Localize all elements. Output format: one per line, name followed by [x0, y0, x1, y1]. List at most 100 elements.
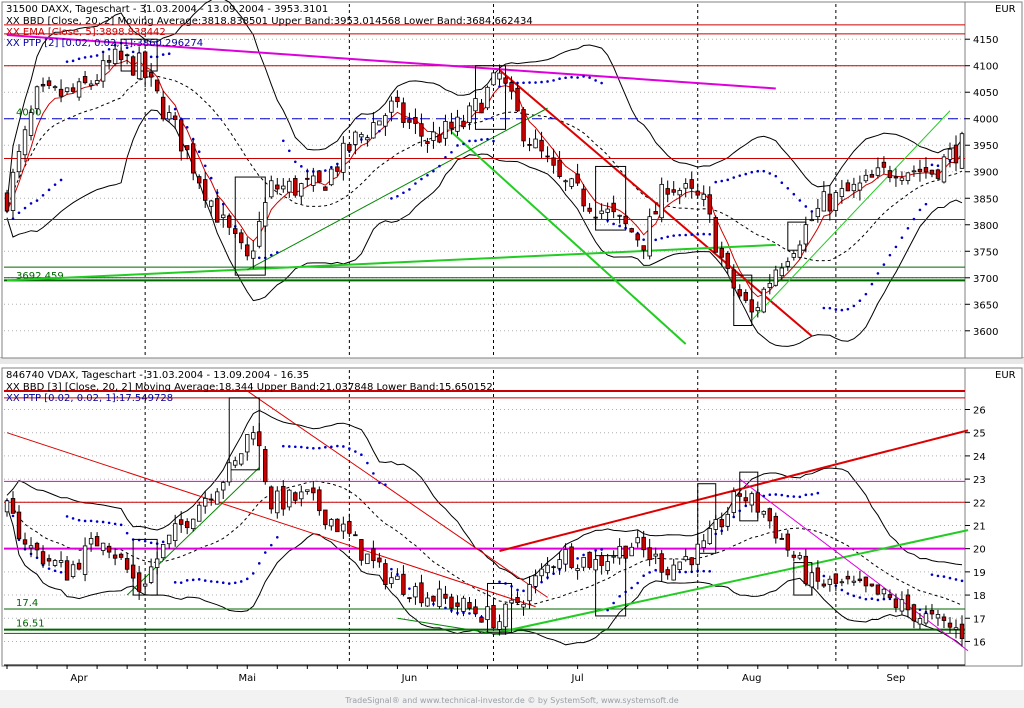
candle-body	[88, 83, 94, 86]
candle-body	[371, 122, 376, 139]
candle-body	[845, 182, 851, 192]
parabolic-sar-dot	[906, 227, 910, 230]
candle-body	[190, 143, 196, 174]
parabolic-sar-dot	[822, 306, 826, 310]
candle-body	[545, 564, 550, 574]
parabolic-sar-dot	[822, 574, 826, 578]
candle-body	[353, 534, 358, 537]
candle-body	[797, 555, 803, 559]
parabolic-sar-dot	[348, 447, 351, 450]
parabolic-sar-dot	[576, 557, 579, 560]
candle-body	[827, 193, 833, 212]
candle-body	[623, 545, 628, 559]
candle-body	[407, 119, 412, 123]
parabolic-sar-dot	[360, 453, 363, 457]
candle-body	[28, 545, 34, 549]
candle-body	[899, 177, 905, 181]
candle-body	[257, 220, 262, 247]
parabolic-sar-dot	[600, 81, 603, 85]
candle-body	[773, 515, 779, 539]
candle-body	[761, 288, 766, 313]
parabolic-sar-dot	[239, 580, 243, 583]
parabolic-sar-dot	[444, 155, 447, 159]
candle-body	[281, 185, 286, 190]
candle-body	[737, 289, 742, 297]
chart-root: 3600 3650 3700 3750 3800 3850 3900 3950 4000 4050…	[0, 0, 1024, 708]
candle-body	[203, 179, 208, 201]
candle-body	[263, 449, 268, 483]
parabolic-sar-dot	[390, 567, 393, 571]
parabolic-sar-dot	[444, 606, 447, 610]
candle-body	[136, 572, 142, 592]
parabolic-sar-dot	[468, 139, 471, 143]
parabolic-sar-dot	[864, 597, 868, 601]
parabolic-sar-dot	[287, 149, 291, 153]
level-label: 17.4	[16, 598, 38, 609]
candle-body	[869, 174, 875, 178]
parabolic-sar-dot	[864, 292, 868, 296]
candle-body	[551, 157, 556, 166]
candle-body	[497, 621, 502, 630]
parabolic-sar-dot	[47, 188, 51, 192]
y-tick-label: 19	[973, 568, 986, 579]
parabolic-sar-dot	[954, 578, 958, 581]
x-tick-label: Mai	[238, 673, 256, 684]
candle-body	[82, 545, 88, 575]
candle-body	[647, 216, 652, 257]
parabolic-sar-dot	[744, 172, 748, 176]
parabolic-sar-dot	[71, 517, 75, 520]
candle-body	[431, 131, 436, 141]
candle-body	[82, 76, 88, 84]
parabolic-sar-dot	[227, 582, 231, 585]
candle-body	[317, 170, 322, 183]
chart-header: 31500 DAXX, Tageschart - 31.03.2004 - 13…	[6, 4, 328, 15]
candle-body	[731, 491, 736, 513]
parabolic-sar-dot	[324, 445, 327, 449]
candle-body	[209, 200, 214, 207]
candle-body	[142, 51, 148, 78]
parabolic-sar-dot	[798, 199, 802, 202]
candle-body	[58, 88, 64, 97]
candle-body	[653, 211, 658, 215]
candle-body	[275, 184, 280, 190]
candle-body	[263, 202, 268, 227]
parabolic-sar-dot	[65, 60, 69, 63]
candle-body	[4, 192, 10, 212]
candle-body	[16, 511, 22, 540]
parabolic-sar-dot	[354, 450, 357, 453]
candle-body	[779, 538, 785, 540]
candle-body	[683, 556, 688, 561]
candle-body	[425, 141, 430, 144]
parabolic-sar-dot	[840, 588, 844, 592]
x-tick-label: Jun	[401, 673, 418, 684]
vdax-panel: 16 17 18 19 20 21 22 23 24 25 26 17.4 16.51 846740 VD…	[1, 367, 1023, 667]
parabolic-sar-dot	[131, 50, 135, 54]
candle-body	[521, 603, 526, 608]
parabolic-sar-dot	[888, 253, 892, 257]
candle-body	[611, 555, 616, 558]
parabolic-sar-dot	[642, 238, 645, 241]
candle-body	[323, 509, 328, 526]
parabolic-sar-dot	[498, 580, 501, 584]
candle-body	[419, 582, 424, 604]
parabolic-sar-dot	[828, 306, 832, 310]
parabolic-sar-dot	[197, 578, 201, 581]
candle-body	[365, 553, 370, 565]
candle-body	[629, 546, 634, 557]
candle-body	[563, 180, 568, 183]
candle-body	[166, 112, 172, 120]
candle-body	[341, 523, 346, 532]
candle-body	[599, 210, 604, 215]
parabolic-sar-dot	[900, 236, 904, 239]
candle-body	[215, 198, 220, 223]
parabolic-sar-dot	[678, 233, 682, 237]
parabolic-sar-dot	[570, 75, 573, 79]
candle-body	[449, 121, 454, 129]
parabolic-sar-dot	[23, 206, 27, 210]
parabolic-sar-dot	[714, 180, 718, 184]
parabolic-sar-dot	[636, 581, 639, 585]
candle-body	[112, 554, 118, 559]
y-tick-label: 18	[973, 591, 986, 602]
candle-body	[269, 180, 274, 198]
candle-body	[461, 120, 466, 128]
